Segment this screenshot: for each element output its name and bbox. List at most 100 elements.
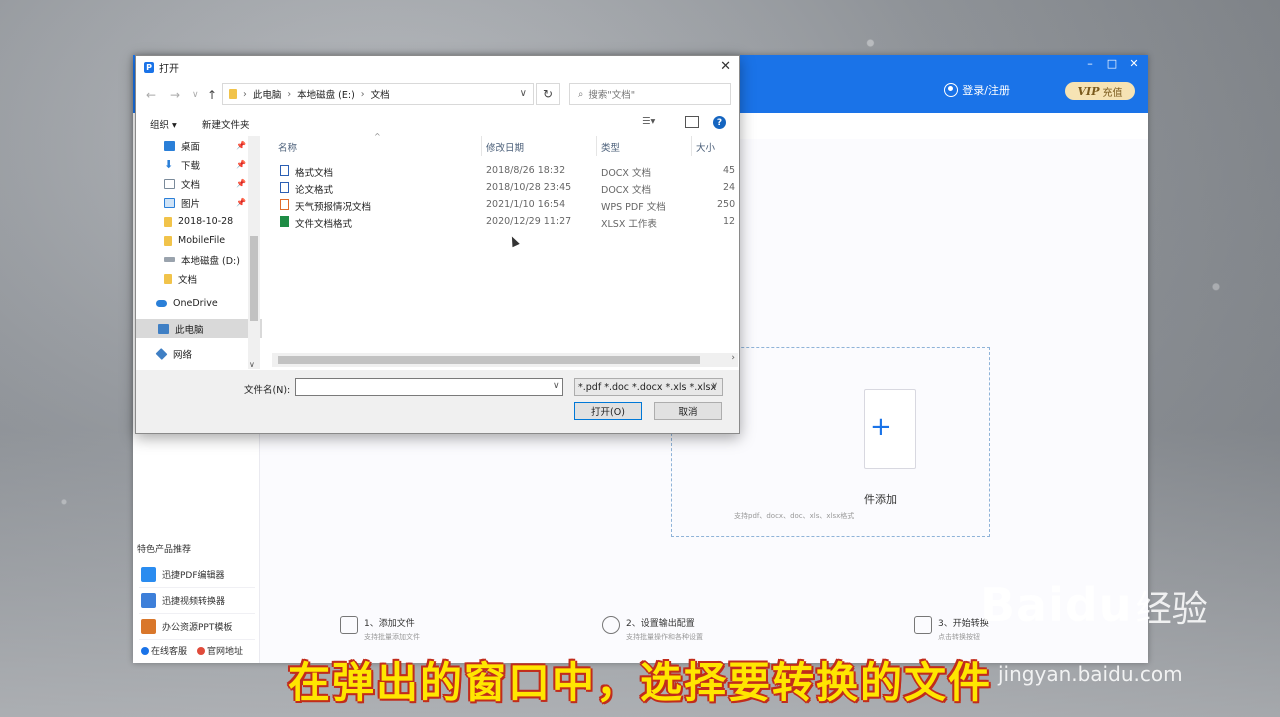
nav-item-pictures[interactable]: 图片 📌 bbox=[136, 193, 262, 212]
scroll-right-icon[interactable]: › bbox=[731, 353, 735, 363]
file-name: 天气预报情况文档 bbox=[295, 202, 372, 213]
column-name[interactable]: 名称 bbox=[278, 140, 297, 154]
nav-label: 下载 bbox=[181, 160, 201, 172]
cancel-button[interactable]: 取消 bbox=[654, 402, 722, 420]
organize-menu[interactable]: 组织 ▾ bbox=[150, 117, 177, 131]
promo-title: 特色产品推荐 bbox=[137, 545, 192, 555]
file-size: 24 bbox=[723, 182, 736, 193]
add-file-button[interactable]: + bbox=[864, 389, 916, 469]
folder-icon bbox=[164, 216, 172, 227]
refresh-button[interactable]: ↻ bbox=[536, 83, 560, 105]
back-arrow-icon[interactable]: ← bbox=[146, 88, 156, 102]
nav-label: 桌面 bbox=[181, 141, 201, 153]
help-icon[interactable]: ? bbox=[713, 116, 726, 129]
new-folder-button[interactable]: 新建文件夹 bbox=[202, 117, 250, 131]
nav-item-documents[interactable]: 文档 📌 bbox=[136, 174, 262, 193]
chevron-right-icon: › bbox=[287, 88, 292, 100]
maximize-button[interactable]: □ bbox=[1106, 57, 1118, 70]
recent-dropdown-icon[interactable]: ∨ bbox=[192, 90, 199, 100]
pin-icon: 📌 bbox=[236, 198, 246, 207]
file-row[interactable]: 格式文档 2018/8/26 18:32 DOCX 文档 45 bbox=[272, 162, 739, 179]
address-bar[interactable]: › 此电脑 › 本地磁盘 (E:) › 文档 ∨ bbox=[222, 83, 534, 105]
scrollbar-thumb[interactable] bbox=[250, 236, 258, 321]
step-sub: 支持批量操作和各种设置 bbox=[626, 633, 703, 641]
file-type-filter[interactable]: *.pdf *.doc *.docx *.xls *.xlsx ∨ bbox=[574, 378, 723, 396]
nav-item-desktop[interactable]: 桌面 📌 bbox=[136, 136, 262, 155]
vip-recharge-button[interactable]: VIP 充值 bbox=[1065, 82, 1135, 100]
up-arrow-icon[interactable]: ↑ bbox=[207, 88, 217, 102]
login-button[interactable]: 登录/注册 bbox=[944, 82, 1010, 98]
login-label: 登录/注册 bbox=[962, 84, 1010, 97]
nav-label: 本地磁盘 (D:) bbox=[181, 255, 240, 267]
folder-icon bbox=[229, 89, 237, 99]
promo-ppt-templates[interactable]: 办公资源PPT模板 bbox=[139, 614, 255, 640]
minimize-button[interactable]: – bbox=[1084, 57, 1096, 70]
column-size[interactable]: 大小 bbox=[696, 140, 715, 154]
folder-icon bbox=[164, 235, 172, 246]
nav-item-downloads[interactable]: ⬇ 下载 📌 bbox=[136, 155, 262, 174]
open-button[interactable]: 打开(O) bbox=[574, 402, 642, 420]
nav-item-onedrive[interactable]: OneDrive bbox=[136, 294, 262, 313]
baidu-watermark: Baidu 经验 jingyan.baidu.com bbox=[980, 578, 1208, 686]
search-input[interactable]: ⌕ 搜索"文档" bbox=[569, 83, 731, 105]
nav-label: 图片 bbox=[181, 198, 201, 210]
nav-item-network[interactable]: 网络 bbox=[136, 344, 262, 363]
nav-label: 文档 bbox=[178, 274, 198, 286]
nav-label: 2018-10-28 bbox=[178, 216, 234, 227]
file-list-scrollbar[interactable]: › bbox=[272, 353, 738, 367]
column-type[interactable]: 类型 bbox=[601, 140, 620, 154]
nav-scrollbar[interactable]: ∨ bbox=[248, 136, 260, 369]
close-button[interactable]: ✕ bbox=[1128, 57, 1140, 70]
chevron-down-icon[interactable]: ∨ bbox=[520, 88, 527, 99]
nav-item-drive-d[interactable]: 本地磁盘 (D:) bbox=[136, 250, 262, 269]
refresh-icon: ↻ bbox=[542, 87, 554, 101]
pin-icon: 📌 bbox=[236, 141, 246, 150]
column-date[interactable]: 修改日期 bbox=[486, 140, 524, 154]
file-row[interactable]: 论文格式 2018/10/28 23:45 DOCX 文档 24 bbox=[272, 179, 739, 196]
view-options-icon[interactable]: ☰▾ bbox=[642, 116, 656, 128]
promo-pdf-editor[interactable]: 迅捷PDF编辑器 bbox=[139, 562, 255, 588]
chevron-down-icon[interactable]: ∨ bbox=[553, 381, 560, 391]
watermark-sub: jingyan.baidu.com bbox=[998, 662, 1183, 686]
step-add-file: 1、添加文件 支持批量添加文件 bbox=[340, 616, 420, 642]
file-type: DOCX 文档 bbox=[601, 168, 651, 179]
dialog-title: 打开 bbox=[159, 63, 179, 75]
nav-item-documents-folder[interactable]: 文档 bbox=[136, 269, 262, 288]
breadcrumb-documents[interactable]: 文档 bbox=[371, 87, 390, 101]
address-row: ← → ∨ ↑ › 此电脑 › 本地磁盘 (E:) › 文档 ∨ ↻ ⌕ 搜索"… bbox=[136, 83, 739, 109]
vip-recharge-label: 充值 bbox=[1102, 87, 1123, 99]
nav-item-this-pc[interactable]: 此电脑 bbox=[136, 319, 262, 338]
drive-icon bbox=[164, 257, 175, 262]
nav-label: 此电脑 bbox=[175, 324, 204, 336]
user-icon bbox=[944, 83, 959, 97]
forward-arrow-icon[interactable]: → bbox=[170, 88, 180, 102]
file-row[interactable]: 天气预报情况文档 2021/1/10 16:54 WPS PDF 文档 250 bbox=[272, 196, 739, 213]
step-title: 2、设置输出配置 bbox=[626, 619, 695, 629]
scroll-down-icon[interactable]: ∨ bbox=[249, 360, 255, 369]
chevron-right-icon: › bbox=[243, 88, 247, 100]
nav-item-mobilefile[interactable]: MobileFile bbox=[136, 231, 262, 250]
sort-up-icon: ^ bbox=[374, 132, 381, 141]
step-sub: 点击转换按钮 bbox=[938, 633, 980, 641]
add-file-hint: 支持pdf、docx、doc、xls、xlsx格式 bbox=[734, 512, 855, 520]
xlsx-file-icon bbox=[280, 216, 289, 227]
promo-list: 迅捷PDF编辑器 迅捷视频转换器 办公资源PPT模板 bbox=[139, 562, 255, 640]
breadcrumb-drive-e[interactable]: 本地磁盘 (E:) bbox=[297, 87, 355, 101]
ppt-template-icon bbox=[141, 619, 156, 634]
file-row[interactable]: 文件文档格式 2020/12/29 11:27 XLSX 工作表 12 bbox=[272, 213, 739, 230]
dialog-toolbar: 组织 ▾ 新建文件夹 ☰▾ ? bbox=[136, 115, 739, 132]
promo-video-converter[interactable]: 迅捷视频转换器 bbox=[139, 588, 255, 614]
plus-icon: + bbox=[870, 412, 892, 442]
scrollbar-thumb[interactable] bbox=[278, 356, 700, 364]
docx-file-icon bbox=[280, 165, 289, 176]
step-output-settings: 2、设置输出配置 支持批量操作和各种设置 bbox=[602, 616, 703, 642]
nav-item-folder-2018-10-28[interactable]: 2018-10-28 bbox=[136, 212, 262, 231]
filter-value: *.pdf *.doc *.docx *.xls *.xlsx bbox=[578, 381, 717, 393]
dialog-close-button[interactable]: ✕ bbox=[720, 59, 731, 74]
vip-label: VIP bbox=[1077, 84, 1100, 98]
breadcrumb-this-pc[interactable]: 此电脑 bbox=[253, 87, 282, 101]
file-size: 45 bbox=[723, 165, 736, 176]
preview-pane-icon[interactable] bbox=[685, 116, 699, 128]
open-file-dialog: P 打开 ✕ ← → ∨ ↑ › 此电脑 › 本地磁盘 (E:) › 文档 ∨ … bbox=[135, 55, 740, 434]
filename-input[interactable] bbox=[295, 378, 563, 396]
